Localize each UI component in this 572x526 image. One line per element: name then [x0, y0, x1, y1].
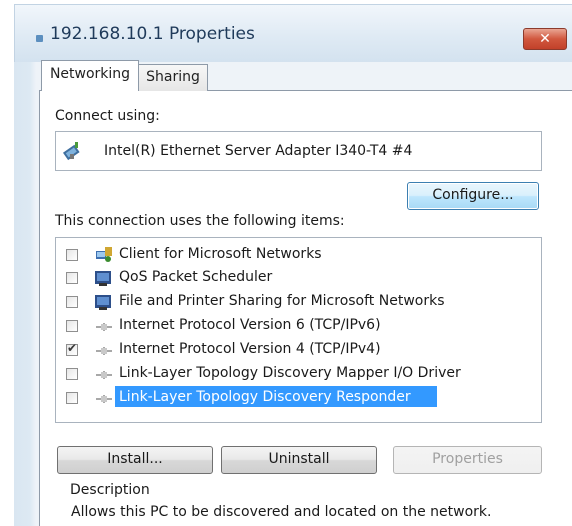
description-text: Allows this PC to be discovered and loca…	[71, 504, 492, 520]
tab-sharing[interactable]: Sharing	[138, 64, 208, 91]
uninstall-button[interactable]: Uninstall	[221, 446, 377, 474]
connect-using-label: Connect using:	[55, 108, 160, 124]
configure-button[interactable]: Configure...	[407, 182, 539, 210]
window-title: 192.168.10.1 Properties	[50, 24, 255, 44]
properties-dialog: 192.168.10.1 Properties Networking Shari…	[0, 0, 572, 526]
tab-networking[interactable]: Networking	[41, 60, 139, 91]
items-label: This connection uses the following items…	[55, 213, 345, 229]
description-label: Description	[70, 482, 150, 498]
window-icon	[36, 35, 43, 42]
properties-button[interactable]: Properties	[393, 446, 542, 474]
close-button[interactable]	[523, 28, 567, 50]
install-button[interactable]: Install...	[57, 446, 213, 474]
network-adapter-icon	[62, 142, 80, 161]
adapter-name: Intel(R) Ethernet Server Adapter I340-T4…	[104, 143, 413, 159]
selected-item-highlight	[115, 386, 437, 407]
